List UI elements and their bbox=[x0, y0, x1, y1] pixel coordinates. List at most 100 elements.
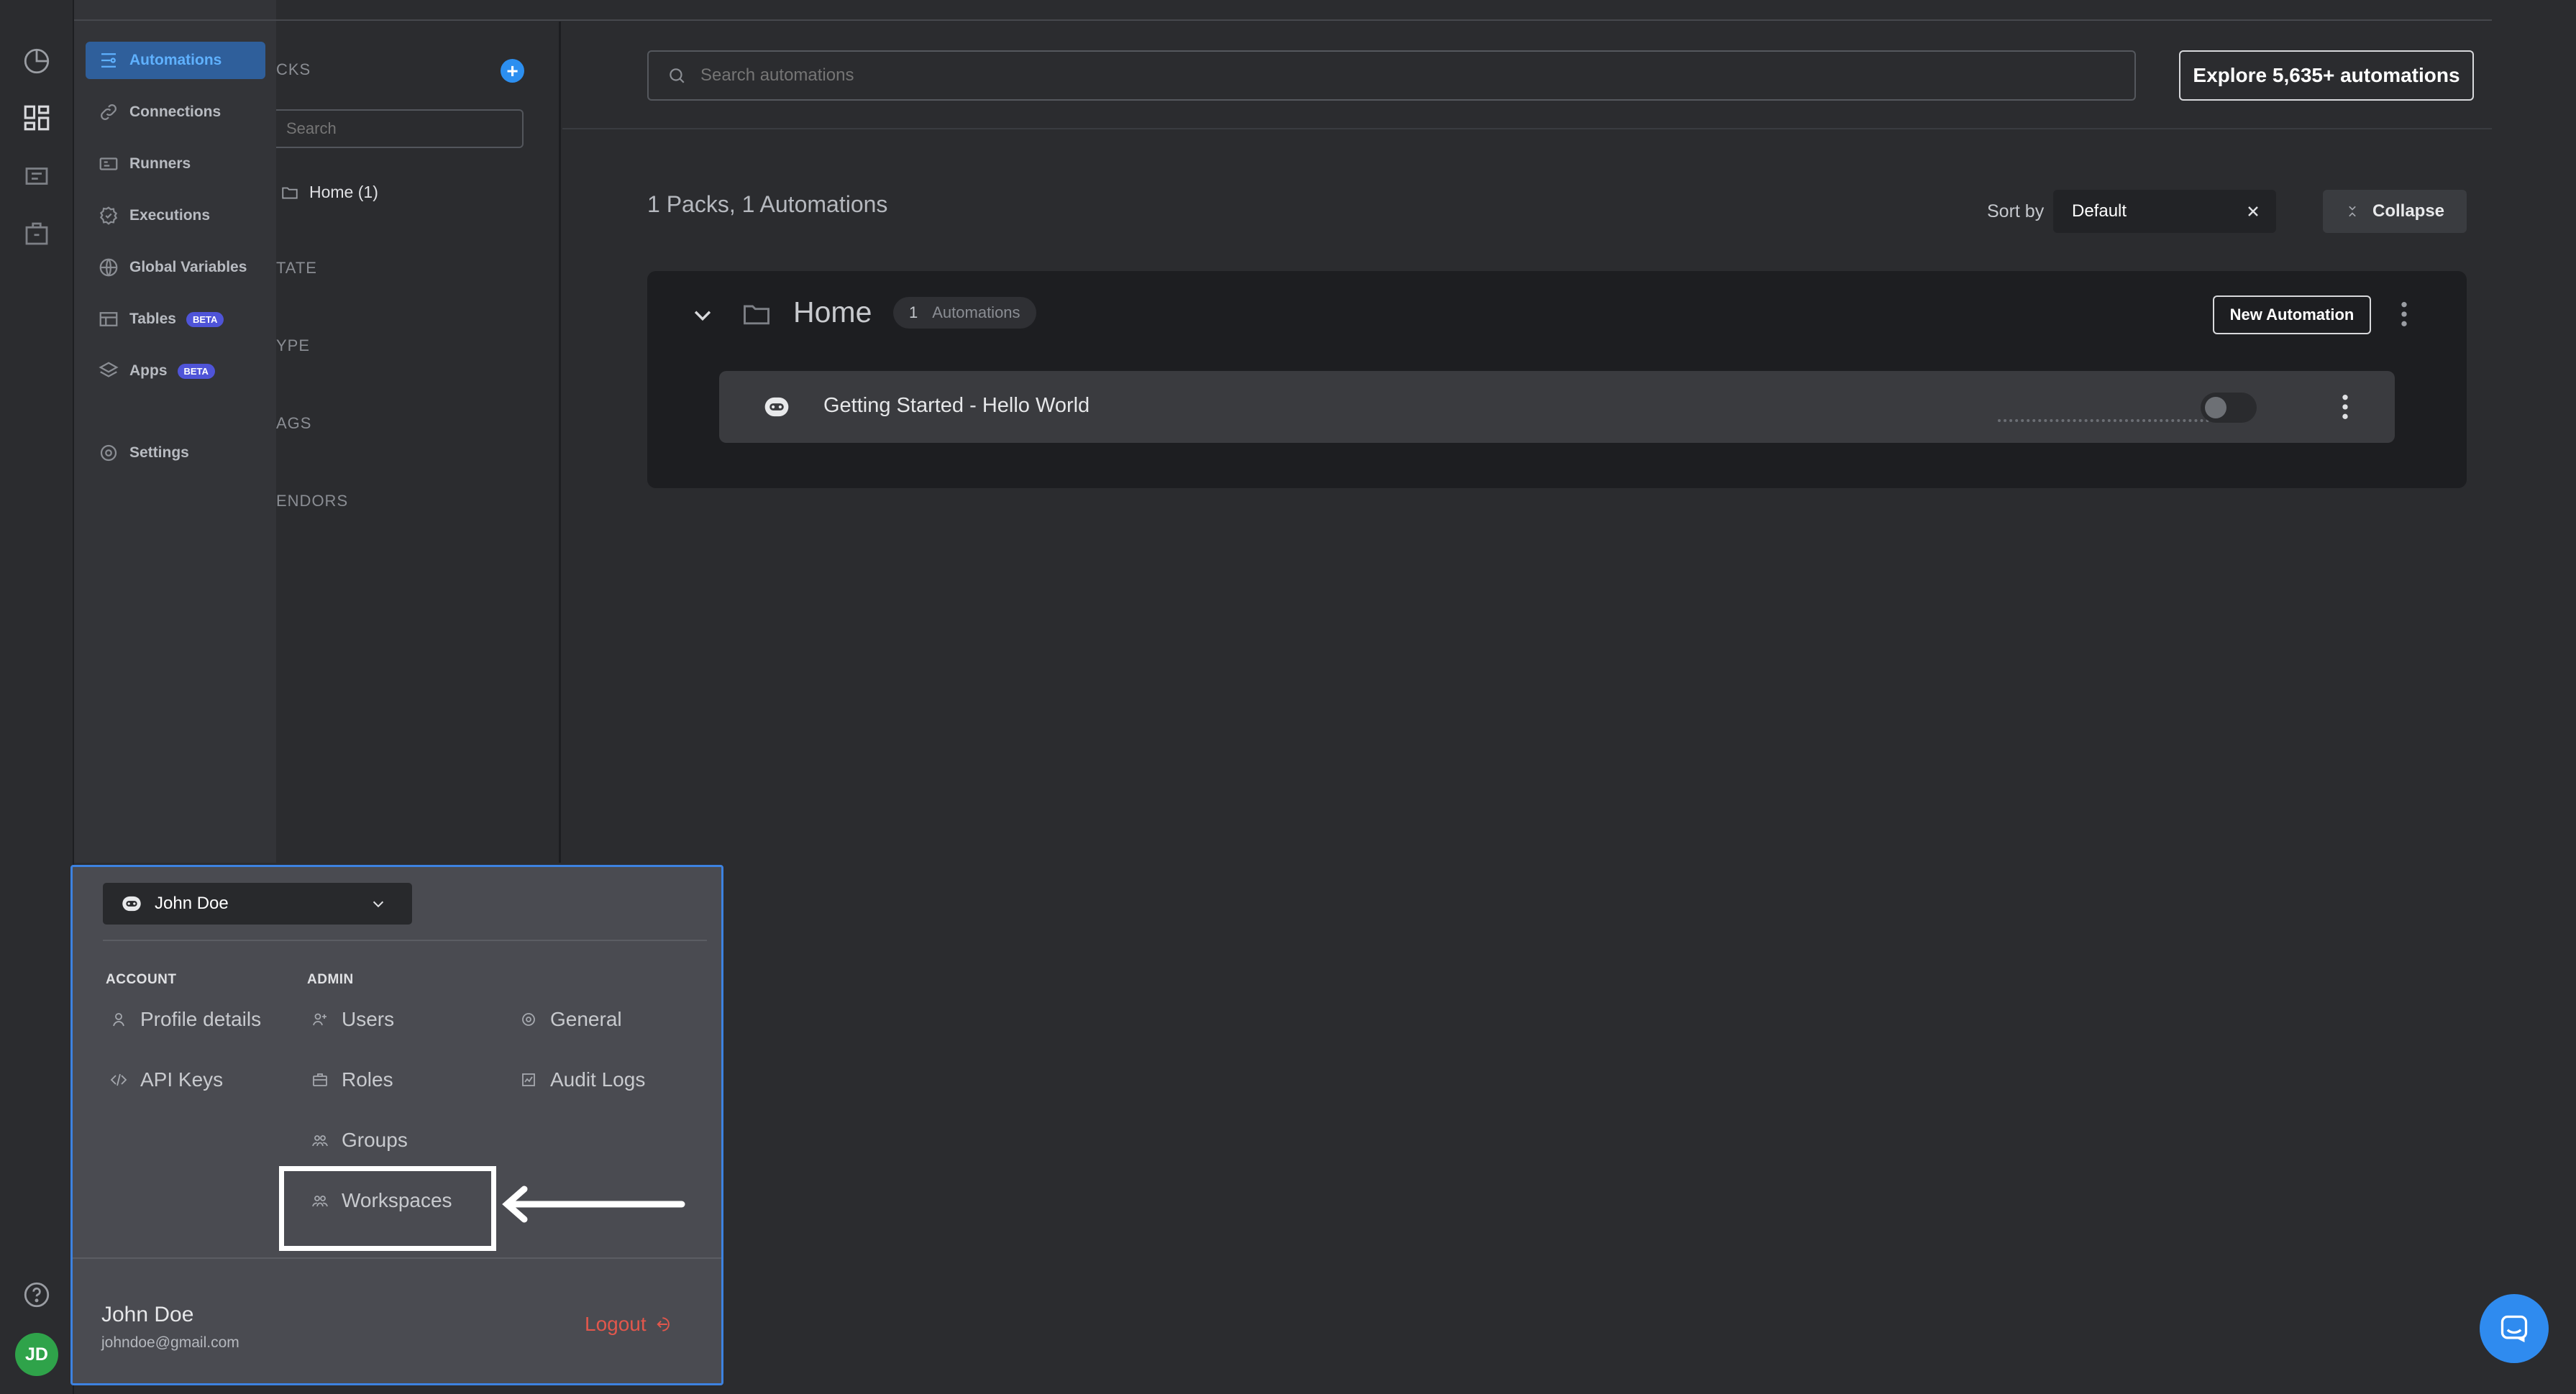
pack-item-home[interactable]: Home (1) bbox=[280, 183, 378, 202]
filter-type[interactable]: YPE bbox=[276, 336, 310, 355]
table-icon bbox=[99, 312, 118, 326]
nav-item-global-variables[interactable]: Global Variables bbox=[86, 249, 265, 286]
workspaces-highlight-box bbox=[279, 1166, 496, 1251]
robot-icon bbox=[764, 397, 789, 417]
search-input[interactable] bbox=[699, 65, 2068, 86]
link-icon bbox=[101, 104, 117, 120]
group-icon bbox=[312, 1135, 328, 1147]
code-icon bbox=[110, 1073, 127, 1086]
automation-name[interactable]: Getting Started - Hello World bbox=[823, 394, 1090, 418]
menu-general[interactable]: General bbox=[520, 1008, 622, 1031]
menu-roles[interactable]: Roles bbox=[311, 1068, 393, 1091]
nav-item-label: Global Variables bbox=[129, 259, 247, 275]
robot-icon bbox=[122, 896, 141, 912]
add-pack-button[interactable]: + bbox=[501, 59, 524, 83]
filter-vendors[interactable]: ENDORS bbox=[276, 492, 348, 510]
account-popover: John Doe ACCOUNT ADMIN Profile details A… bbox=[70, 865, 723, 1385]
nav-item-label: Apps bbox=[129, 362, 168, 379]
pack-automation-count: 1 Automations bbox=[893, 297, 1036, 329]
collapse-icon bbox=[2349, 206, 2356, 217]
popover-footer-divider bbox=[73, 1257, 721, 1259]
globe-icon bbox=[99, 258, 118, 277]
gear-icon bbox=[100, 444, 117, 462]
user-select[interactable]: John Doe bbox=[103, 883, 412, 925]
audit-log-icon bbox=[522, 1073, 535, 1086]
chat-icon bbox=[2500, 1315, 2528, 1343]
sort-select[interactable]: Default bbox=[2053, 190, 2276, 233]
marketplace-icon[interactable] bbox=[22, 219, 52, 249]
nav-item-label: Automations bbox=[129, 52, 222, 68]
user-icon bbox=[113, 1013, 124, 1027]
menu-users[interactable]: Users bbox=[311, 1008, 394, 1031]
nav-item-tables[interactable]: Tables BETA bbox=[86, 301, 265, 338]
nav-item-runners[interactable]: Runners bbox=[86, 145, 265, 183]
folder-icon bbox=[282, 187, 298, 199]
menu-api-keys[interactable]: API Keys bbox=[110, 1068, 223, 1091]
packs-summary: 1 Packs, 1 Automations bbox=[647, 191, 888, 217]
admin-heading: ADMIN bbox=[307, 972, 354, 987]
logout-button[interactable]: Logout bbox=[585, 1313, 670, 1336]
logout-icon bbox=[657, 1317, 670, 1331]
nav-item-label: Runners bbox=[129, 155, 191, 172]
header-divider bbox=[562, 128, 2492, 129]
help-icon[interactable] bbox=[22, 1280, 52, 1310]
filter-state[interactable]: TATE bbox=[276, 259, 317, 278]
chevron-down-icon bbox=[373, 901, 384, 908]
briefcase-icon bbox=[313, 1073, 327, 1086]
clear-icon[interactable] bbox=[2244, 203, 2262, 220]
popover-divider bbox=[103, 940, 707, 941]
gear-icon bbox=[522, 1013, 535, 1026]
automations-search[interactable] bbox=[647, 50, 2136, 101]
pack-card-home: Home 1 Automations New Automation Gettin… bbox=[647, 271, 2467, 488]
sort-label: Sort by bbox=[1987, 201, 2045, 221]
nav-item-apps[interactable]: Apps BETA bbox=[86, 352, 265, 390]
nav-menu: Automations Connections Runners Executio… bbox=[74, 0, 276, 863]
search-icon bbox=[670, 68, 685, 83]
dashboard-icon[interactable] bbox=[22, 46, 52, 76]
nav-item-automations[interactable]: Automations bbox=[86, 42, 265, 79]
automation-row[interactable]: Getting Started - Hello World bbox=[719, 371, 2395, 443]
reports-icon[interactable] bbox=[22, 161, 52, 191]
chat-launcher-button[interactable] bbox=[2480, 1294, 2549, 1363]
explore-automations-button[interactable]: Explore 5,635+ automations bbox=[2179, 50, 2474, 101]
top-divider bbox=[74, 19, 2492, 21]
popover-user-email: johndoe@gmail.com bbox=[101, 1334, 239, 1351]
popover-user-name: John Doe bbox=[101, 1303, 194, 1326]
execution-history-bar bbox=[1998, 419, 2221, 422]
beta-badge: BETA bbox=[177, 363, 215, 379]
new-automation-button[interactable]: New Automation bbox=[2213, 295, 2371, 334]
filter-tags[interactable]: AGS bbox=[276, 414, 311, 433]
account-heading: ACCOUNT bbox=[106, 972, 177, 987]
toggle-knob bbox=[2205, 397, 2226, 418]
nav-item-executions[interactable]: Executions bbox=[86, 197, 265, 234]
menu-profile-details[interactable]: Profile details bbox=[110, 1008, 261, 1031]
chevron-down-icon[interactable] bbox=[690, 303, 715, 327]
more-vertical-icon[interactable] bbox=[2340, 393, 2350, 421]
menu-audit-logs[interactable]: Audit Logs bbox=[520, 1068, 645, 1091]
menu-groups[interactable]: Groups bbox=[311, 1129, 408, 1152]
runner-icon bbox=[99, 157, 118, 170]
automations-grid-icon[interactable] bbox=[22, 103, 52, 133]
packs-header: CKS bbox=[276, 60, 311, 78]
nav-item-settings[interactable]: Settings bbox=[86, 434, 265, 472]
icon-rail: JD bbox=[0, 0, 74, 1394]
nav-item-label: Executions bbox=[129, 207, 211, 224]
layers-icon bbox=[99, 362, 119, 377]
automations-icon bbox=[101, 53, 116, 68]
users-icon bbox=[313, 1013, 326, 1026]
nav-item-label: Connections bbox=[129, 104, 221, 120]
more-vertical-icon[interactable] bbox=[2399, 300, 2409, 329]
automation-enable-toggle[interactable] bbox=[2201, 393, 2257, 423]
user-avatar[interactable]: JD bbox=[15, 1333, 58, 1376]
nav-item-connections[interactable]: Connections bbox=[86, 93, 265, 131]
nav-item-label: Settings bbox=[129, 444, 189, 461]
pointer-arrow-icon bbox=[502, 1186, 685, 1223]
collapse-button[interactable]: Collapse bbox=[2323, 190, 2467, 233]
beta-badge: BETA bbox=[186, 311, 224, 327]
nav-item-label: Tables bbox=[129, 311, 176, 327]
folder-icon bbox=[744, 305, 769, 325]
pack-title: Home bbox=[793, 295, 872, 329]
packs-panel: CKS + Home (1) TATE YPE AGS ENDORS bbox=[276, 22, 561, 863]
packs-search-input[interactable] bbox=[276, 109, 524, 148]
executions-icon bbox=[99, 206, 118, 225]
